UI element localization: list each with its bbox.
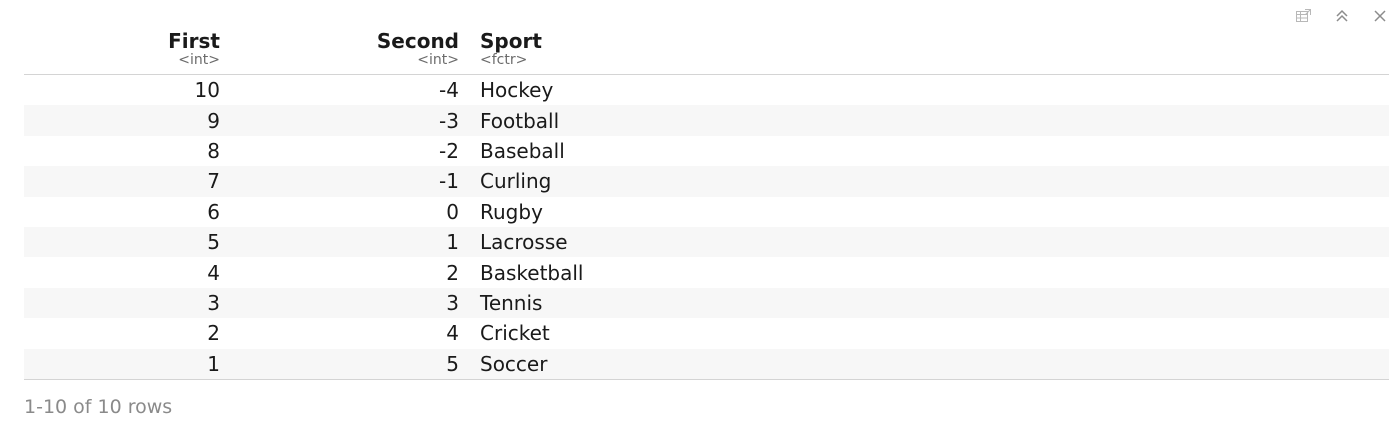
export-data-icon[interactable] (1294, 6, 1314, 26)
cell-second: 5 (222, 348, 462, 380)
table-row: 5 1 Lacrosse (24, 226, 1389, 258)
collapse-chevrons-icon[interactable] (1332, 6, 1352, 26)
close-icon[interactable] (1370, 6, 1390, 26)
cell-sport: Soccer (462, 348, 1389, 380)
cell-sport: Rugby (480, 199, 543, 224)
cell-first: 9 (24, 105, 222, 136)
row-count-summary: 1-10 of 10 rows (24, 396, 173, 418)
cell-second: -1 (222, 166, 462, 197)
column-name: Sport (480, 29, 542, 53)
cell-sport: Hockey (480, 78, 554, 103)
cell-sport: Basketball (480, 260, 584, 285)
cell-first: 10 (194, 78, 220, 103)
table-row: 4 2 Basketball (24, 257, 1389, 287)
cell-second: 1 (222, 226, 462, 258)
cell-first: 6 (207, 199, 220, 224)
cell-sport: Baseball (480, 138, 565, 163)
column-header-second[interactable]: Second <int> (222, 28, 462, 75)
cell-first: 8 (207, 138, 220, 163)
cell-first: 4 (207, 260, 220, 285)
column-type: <int> (417, 52, 459, 68)
cell-first: 7 (24, 166, 222, 197)
column-name: Second (376, 29, 459, 53)
table-row: 7 -1 Curling (24, 166, 1389, 197)
column-type: <int> (178, 52, 220, 68)
table-row: 10 -4 Hockey (24, 75, 1389, 106)
column-name: First (168, 29, 220, 53)
table-row: 3 3 Tennis (24, 287, 1389, 319)
cell-second: 0 (446, 199, 459, 224)
cell-second: 4 (446, 321, 459, 346)
cell-second: 3 (222, 287, 462, 319)
cell-first: 5 (24, 226, 222, 258)
column-header-sport[interactable]: Sport <fctr> (462, 28, 1389, 75)
column-type: <fctr> (480, 52, 528, 68)
table-row: 8 -2 Baseball (24, 136, 1389, 166)
cell-sport: Lacrosse (462, 226, 1389, 258)
cell-sport: Curling (462, 166, 1389, 197)
cell-first: 1 (24, 348, 222, 380)
cell-second: -2 (439, 138, 459, 163)
table-header-row: First <int> Second <int> Sport <fctr> (24, 28, 1389, 75)
cell-sport: Tennis (462, 287, 1389, 319)
cell-sport: Football (462, 105, 1389, 136)
cell-sport: Cricket (480, 321, 550, 346)
table-row: 1 5 Soccer (24, 348, 1389, 380)
data-frame-table: First <int> Second <int> Sport <fctr> 10… (24, 28, 1389, 380)
output-toolbar (1294, 6, 1390, 26)
cell-first: 2 (207, 321, 220, 346)
cell-second: -3 (222, 105, 462, 136)
table-row: 2 4 Cricket (24, 318, 1389, 348)
column-header-first[interactable]: First <int> (24, 28, 222, 75)
table-row: 9 -3 Football (24, 105, 1389, 136)
table-row: 6 0 Rugby (24, 197, 1389, 227)
cell-second: -4 (439, 78, 459, 103)
cell-second: 2 (446, 260, 459, 285)
cell-first: 3 (24, 287, 222, 319)
